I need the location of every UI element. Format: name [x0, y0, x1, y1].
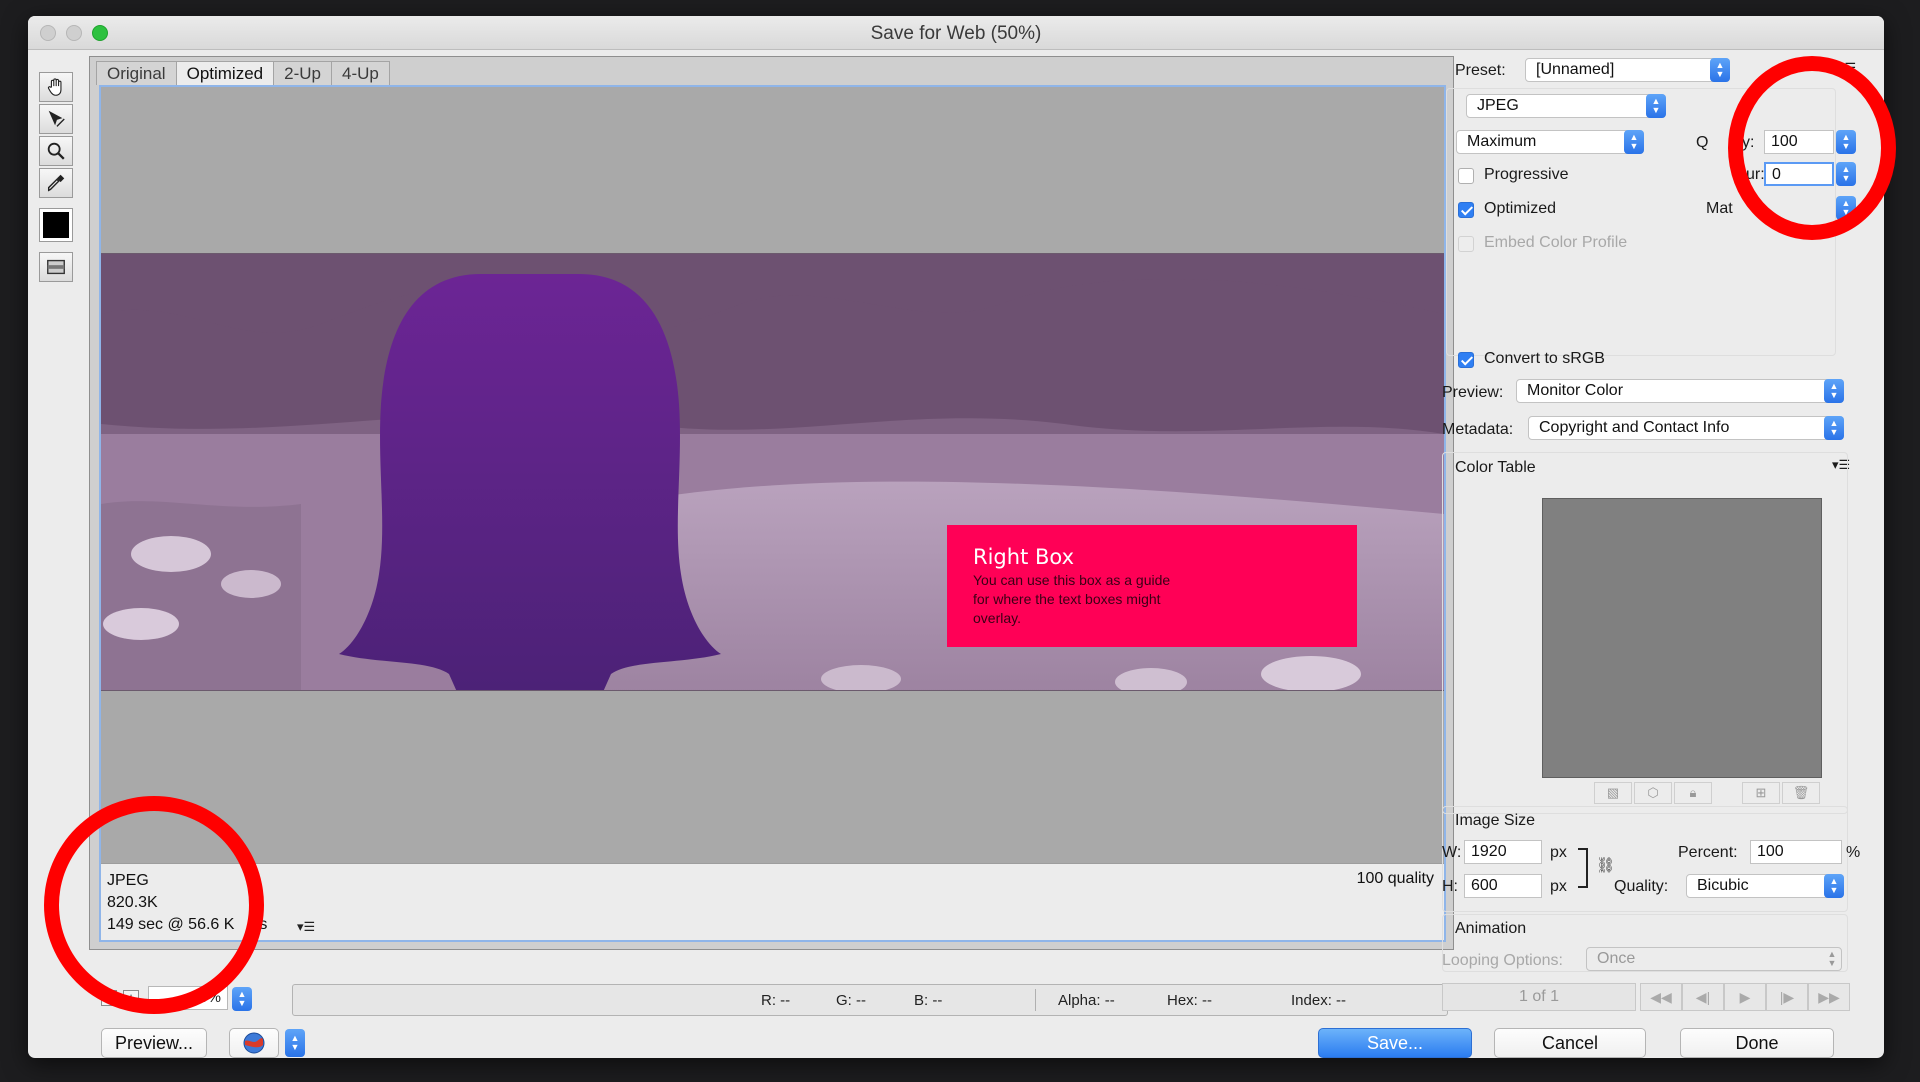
lock-color-icon[interactable]: 🔒︎ — [1674, 782, 1712, 804]
readout-g: G: -- — [836, 992, 866, 1009]
browser-select-stepper[interactable]: ▲ ▼ — [285, 1029, 305, 1057]
view-tabs: Original Optimized 2-Up 4-Up — [96, 61, 390, 85]
preset-stepper: ▲ ▼ — [1710, 58, 1730, 82]
optimization-info: JPEG 820.3K 149 sec @ 56.6 Kps — [107, 870, 267, 936]
height-input[interactable]: 600 — [1464, 874, 1542, 898]
preset-select[interactable]: [Unnamed] ▲ ▼ — [1525, 58, 1730, 82]
zoom-out-button[interactable]: − — [101, 990, 117, 1006]
percent-input[interactable]: 100 — [1750, 840, 1842, 864]
download-speed-menu-icon[interactable]: ▾☰ — [297, 919, 315, 935]
window-title: Save for Web (50%) — [870, 23, 1042, 44]
preview-color-select[interactable]: Monitor Color ▲ ▼ — [1516, 379, 1844, 403]
readout-r: R: -- — [761, 992, 791, 1009]
width-input[interactable]: 1920 — [1464, 840, 1542, 864]
optimized-preview-canvas[interactable]: Right Box You can use this box as a guid… — [99, 85, 1446, 942]
tab-4-up[interactable]: 4-Up — [330, 61, 390, 85]
metadata-label: Metadata: — [1442, 421, 1514, 438]
preset-label: Preset: — [1455, 62, 1506, 79]
play-button[interactable]: ▶ — [1724, 983, 1766, 1011]
add-color-icon[interactable]: ⊞ — [1742, 782, 1780, 804]
slice-select-tool-button[interactable] — [39, 104, 73, 134]
tab-2-up[interactable]: 2-Up — [273, 61, 332, 85]
delete-color-icon[interactable]: 🗑︎ — [1782, 782, 1820, 804]
toggle-slices-button[interactable] — [39, 252, 73, 282]
first-frame-button[interactable]: ◀◀ — [1640, 983, 1682, 1011]
previous-frame-button[interactable]: ◀| — [1682, 983, 1724, 1011]
info-file-size: 820.3K — [107, 894, 158, 911]
preview-color-stepper: ▲ ▼ — [1824, 379, 1844, 403]
tab-original[interactable]: Original — [96, 61, 177, 85]
title-bar: Save for Web (50%) — [28, 16, 1884, 50]
save-button[interactable]: Save... — [1318, 1028, 1472, 1058]
readout-divider — [1035, 989, 1036, 1011]
slices-visibility-icon — [47, 259, 65, 275]
convert-srgb-label: Convert to sRGB — [1484, 350, 1605, 367]
next-frame-button[interactable]: |▶ — [1766, 983, 1808, 1011]
slice-select-icon — [48, 110, 65, 127]
width-label: W: — [1442, 844, 1462, 861]
zoom-level-field[interactable]: 50% — [148, 986, 228, 1010]
last-frame-button[interactable]: ▶▶ — [1808, 983, 1850, 1011]
black-swatch — [43, 212, 69, 238]
quality-stepper[interactable]: ▲ ▼ — [1836, 130, 1856, 154]
tab-optimized[interactable]: Optimized — [175, 61, 275, 85]
color-readout-bar: R: -- G: -- B: -- Alpha: -- Hex: -- Inde… — [292, 984, 1448, 1016]
metadata-stepper: ▲ ▼ — [1824, 416, 1844, 440]
right-box-body: You can use this box as a guide for wher… — [973, 572, 1171, 626]
aspect-link-bracket — [1578, 848, 1588, 888]
cancel-button[interactable]: Cancel — [1494, 1028, 1646, 1058]
resample-quality-select[interactable]: Bicubic ▲ ▼ — [1686, 874, 1844, 898]
info-quality: 100 quality — [1356, 870, 1434, 887]
zoom-in-button[interactable]: + — [123, 990, 139, 1006]
looping-options-select[interactable]: Once ▲ ▼ — [1586, 947, 1842, 971]
save-for-web-window: Save for Web (50%) Original Optimized 2-… — [28, 16, 1884, 1058]
percent-label: Percent: — [1678, 844, 1738, 861]
frame-counter: 1 of 1 — [1442, 983, 1636, 1011]
width-unit: px — [1550, 844, 1567, 861]
browser-preview-button[interactable] — [229, 1028, 279, 1058]
looping-options-label: Looping Options: — [1442, 952, 1563, 969]
height-label: H: — [1442, 878, 1458, 895]
hand-tool-button[interactable] — [39, 72, 73, 102]
map-transparency-icon[interactable]: ▧ — [1594, 782, 1632, 804]
optimize-menu-icon[interactable]: ▾☰ — [1838, 60, 1856, 76]
info-download-time: 149 sec @ 56.6 Kps — [107, 916, 268, 933]
preview-image: Right Box You can use this box as a guid… — [101, 253, 1444, 691]
metadata-select[interactable]: Copyright and Contact Info ▲ ▼ — [1528, 416, 1844, 440]
web-shift-icon[interactable]: ⬡ — [1634, 782, 1672, 804]
blur-stepper[interactable]: ▲ ▼ — [1836, 162, 1856, 186]
height-unit: px — [1550, 878, 1567, 895]
resample-quality-label: Quality: — [1614, 878, 1669, 895]
zoom-level-stepper[interactable]: ▲ ▼ — [232, 987, 252, 1011]
preview-button[interactable]: Preview... — [101, 1028, 207, 1058]
preview-panel: Original Optimized 2-Up 4-Up Right Box Y… — [89, 56, 1454, 950]
format-options-group — [1446, 88, 1836, 356]
readout-b: B: -- — [914, 992, 943, 1009]
eyedropper-icon — [47, 174, 65, 192]
eyedropper-color-swatch[interactable] — [39, 208, 73, 242]
readout-index: Index: -- — [1291, 992, 1347, 1009]
eyedropper-tool-button[interactable] — [39, 168, 73, 198]
magnifier-icon — [47, 142, 65, 160]
constrain-proportions-icon[interactable]: ⛓︎ — [1596, 856, 1615, 874]
right-box-overlay: Right Box You can use this box as a guid… — [947, 525, 1357, 647]
tool-strip — [36, 56, 76, 296]
readout-hex: Hex: -- — [1167, 992, 1212, 1009]
matte-stepper[interactable]: ▲ ▼ — [1836, 196, 1856, 220]
readout-alpha: Alpha: -- — [1058, 992, 1115, 1009]
resample-quality-stepper: ▲ ▼ — [1824, 874, 1844, 898]
info-format: JPEG — [107, 872, 149, 889]
color-table-swatches[interactable] — [1542, 498, 1822, 778]
preview-color-label: Preview: — [1442, 384, 1504, 401]
zoom-tool-button[interactable] — [39, 136, 73, 166]
convert-srgb-checkbox[interactable] — [1458, 352, 1474, 368]
percent-unit: % — [1846, 844, 1861, 861]
browser-globe-icon — [243, 1032, 265, 1054]
looping-stepper: ▲ ▼ — [1827, 949, 1837, 968]
done-button[interactable]: Done — [1680, 1028, 1834, 1058]
right-box-title: Right Box — [973, 545, 1075, 569]
optimization-info-bar: JPEG 820.3K 149 sec @ 56.6 Kps ▾☰ 100 qu… — [101, 863, 1444, 940]
hand-icon — [47, 78, 62, 96]
